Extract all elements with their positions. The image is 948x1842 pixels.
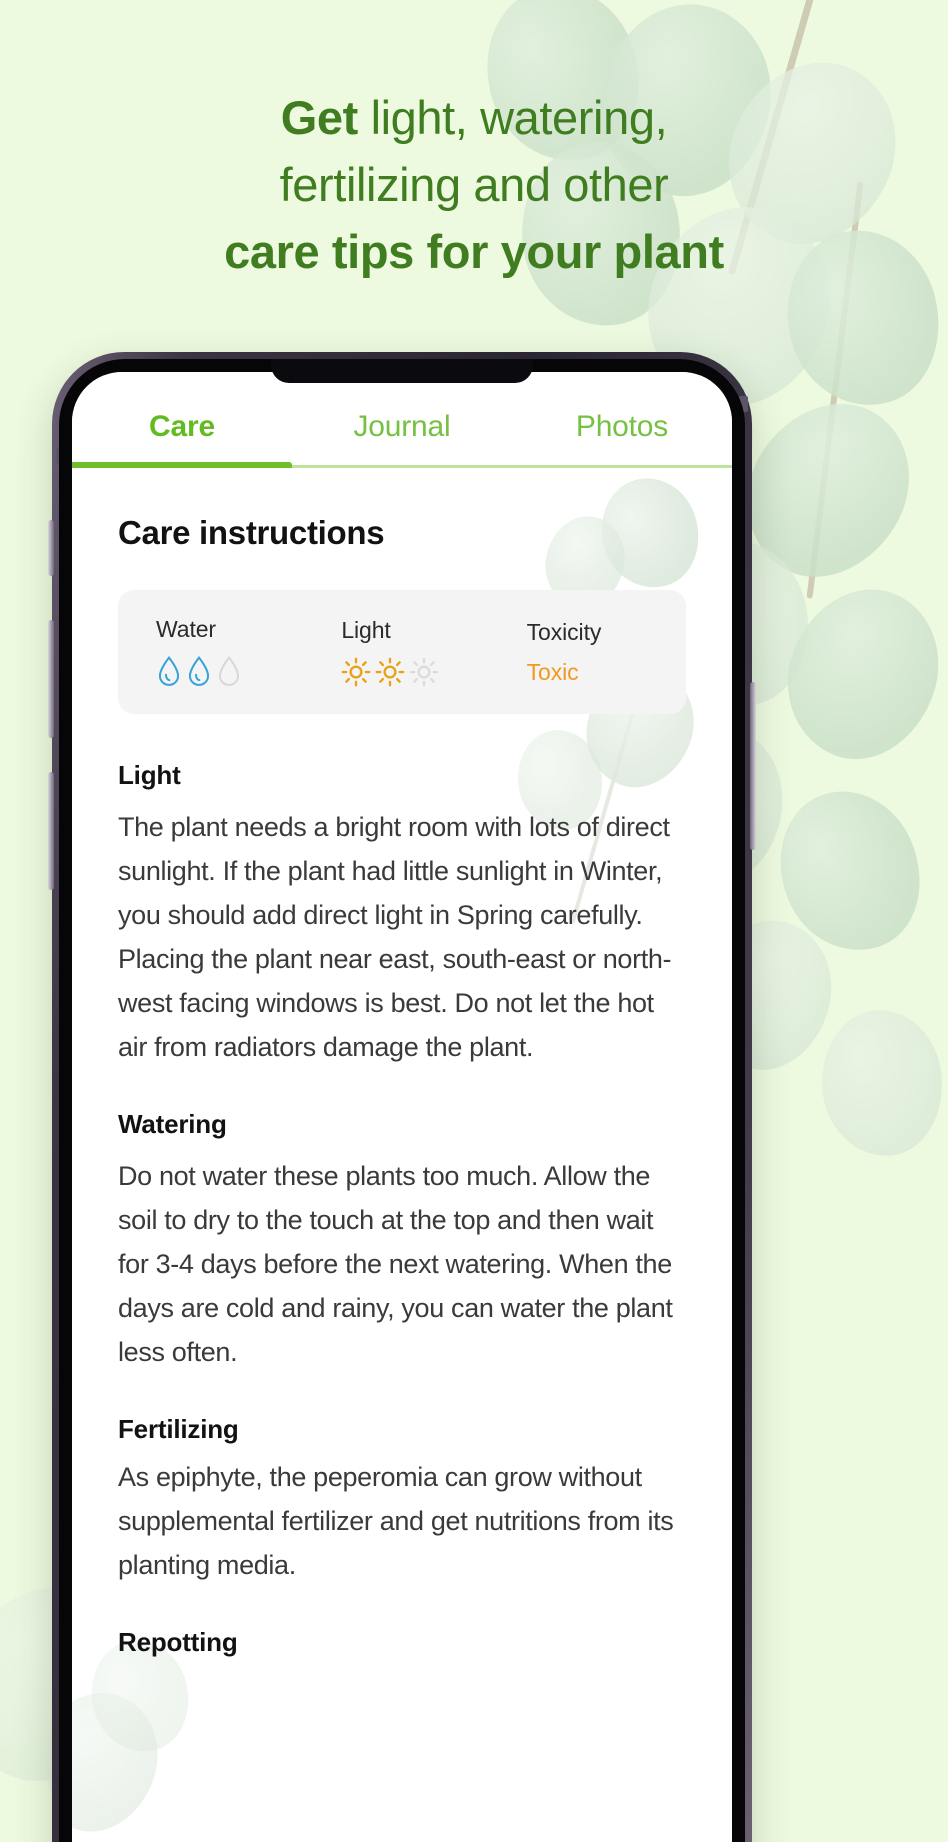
phone-mockup: Care Journal Photos Care instructions Wa…: [48, 352, 756, 1842]
care-section-light-body: The plant needs a bright room with lots …: [118, 812, 672, 1062]
care-section-fertilizing: Fertilizing As epiphyte, the peperomia c…: [118, 1414, 686, 1587]
care-section-light-title: Light: [118, 760, 181, 790]
headline-line-3: care tips for your plant: [224, 225, 724, 278]
stat-water-label: Water: [156, 616, 216, 642]
care-content-scroll[interactable]: Care instructions Water Light Toxicity T…: [72, 468, 732, 1842]
light-level-indicator: [341, 657, 439, 687]
stat-water: Water: [124, 616, 309, 688]
water-drop-icon: [188, 656, 210, 686]
headline-line-1-bold: Get: [280, 91, 359, 144]
app-leaf-decor-5: [72, 1676, 175, 1842]
tab-care[interactable]: Care: [72, 410, 292, 444]
sun-icon: [375, 657, 405, 687]
stat-toxicity-label: Toxicity: [526, 618, 602, 645]
mute-switch-button[interactable]: [48, 520, 54, 576]
page-title: Care instructions: [118, 514, 385, 551]
stat-light-label: Light: [341, 617, 391, 643]
app-root: Care Journal Photos Care instructions Wa…: [72, 372, 732, 1842]
headline-line-1: Get light, watering,: [0, 84, 948, 151]
stat-toxicity: Toxicity Toxic: [495, 619, 680, 686]
sun-icon-empty: [409, 657, 439, 687]
tab-bar: Care Journal Photos: [72, 372, 732, 468]
care-section-watering: Watering Do not water these plants too m…: [118, 1109, 686, 1374]
care-section-repotting: Repotting: [118, 1627, 686, 1658]
volume-up-button[interactable]: [48, 620, 54, 738]
headline-line-1-rest: light, watering,: [357, 91, 668, 144]
water-level-indicator: [156, 656, 242, 688]
care-summary-card: Water Light Toxicity Toxic: [118, 590, 686, 714]
care-section-fertilizing-body: As epiphyte, the peperomia can grow with…: [118, 1462, 674, 1580]
power-button[interactable]: [750, 682, 756, 850]
care-section-fertilizing-title: Fertilizing: [118, 1414, 239, 1444]
water-drop-icon: [158, 656, 180, 686]
tab-journal[interactable]: Journal: [292, 410, 512, 444]
care-section-watering-body: Do not water these plants too much. Allo…: [118, 1161, 673, 1367]
phone-screen: Care Journal Photos Care instructions Wa…: [72, 372, 732, 1842]
care-section-light: Light The plant needs a bright room with…: [118, 760, 686, 1069]
stat-light: Light: [309, 617, 494, 687]
volume-down-button[interactable]: [48, 772, 54, 890]
tab-photos[interactable]: Photos: [512, 410, 732, 444]
care-section-repotting-title: Repotting: [118, 1627, 238, 1657]
toxicity-badge: Toxic: [526, 658, 579, 685]
phone-notch: [271, 359, 533, 383]
page-headline: Get light, watering, fertilizing and oth…: [0, 84, 948, 285]
headline-line-2: fertilizing and other: [279, 158, 669, 211]
sun-icon: [341, 657, 371, 687]
water-drop-icon-empty: [218, 656, 240, 686]
care-section-watering-title: Watering: [118, 1109, 227, 1139]
